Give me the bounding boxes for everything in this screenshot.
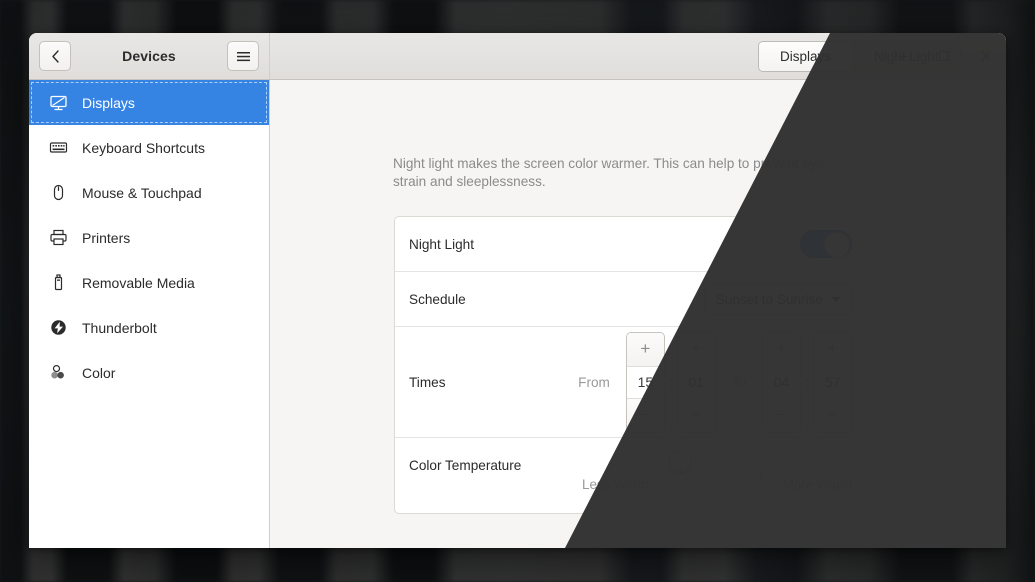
back-button[interactable] — [39, 41, 71, 71]
to-minute-stepper[interactable]: + 57 − — [813, 331, 852, 433]
to-hour-stepper[interactable]: + 04 − — [762, 331, 802, 433]
toggle-knob — [824, 232, 850, 258]
from-minute-increment-button[interactable]: + — [677, 332, 715, 366]
close-button[interactable] — [978, 48, 994, 64]
slider-tick — [760, 474, 761, 481]
printer-icon — [49, 228, 68, 247]
night-light-label: Night Light — [409, 236, 474, 252]
chevron-left-icon — [51, 49, 59, 63]
panel-description: Night light makes the screen color warme… — [393, 156, 825, 189]
minimize-button[interactable] — [894, 48, 910, 64]
from-minute-stepper[interactable]: + 01 − — [676, 331, 716, 433]
times-label: Times — [409, 374, 446, 390]
from-time-separator: : — [668, 374, 673, 390]
sidebar-item-label: Mouse & Touchpad — [82, 184, 202, 201]
from-minute-decrement-button[interactable]: − — [677, 398, 715, 432]
titlebar-left-pane: Devices — [29, 33, 270, 79]
sidebar-item-thunderbolt[interactable]: Thunderbolt — [29, 305, 269, 350]
sidebar-item-color[interactable]: Color — [29, 350, 269, 395]
sidebar-item-label: Printers — [82, 229, 131, 246]
sidebar-item-label: Thunderbolt — [82, 319, 157, 336]
to-hour-value[interactable]: 04 — [763, 365, 801, 399]
window-controls — [894, 33, 994, 79]
keyboard-icon — [49, 138, 68, 157]
from-minute-value[interactable]: 01 — [677, 365, 715, 399]
color-temperature-control: Less Warm More Warm — [582, 450, 852, 492]
slider-thumb[interactable] — [669, 450, 692, 473]
usb-drive-icon — [49, 273, 68, 292]
close-icon — [981, 51, 991, 61]
row-control: Sunset to Sunrise — [703, 283, 852, 315]
hamburger-menu-icon — [236, 51, 250, 61]
row-times: Times From + 15 − : + 01 − To + 04 −: +… — [395, 327, 866, 438]
sidebar-item-removable-media[interactable]: Removable Media — [29, 260, 269, 305]
from-hour-stepper[interactable]: + 15 − — [625, 331, 665, 433]
maximize-icon — [938, 50, 950, 62]
minimize-icon — [897, 56, 907, 58]
to-hour-increment-button[interactable]: + — [763, 332, 801, 366]
night-light-panel: Night light makes the screen color warme… — [270, 80, 1006, 548]
night-light-toggle[interactable] — [800, 230, 852, 258]
row-color-temperature: Color Temperature Less Warm More Warm — [395, 438, 866, 513]
from-hour-increment-button[interactable]: + — [626, 332, 664, 366]
schedule-value: Sunset to Sunrise — [715, 291, 823, 307]
window-body: Displays Keyboard Shortcuts Mouse & Touc… — [29, 80, 1006, 548]
thunderbolt-icon — [49, 318, 68, 337]
time-controls: From + 15 − : + 01 − To + 04 −: + 57 − — [562, 331, 852, 433]
page-title: Devices — [122, 48, 176, 64]
schedule-label: Schedule — [409, 291, 466, 307]
display-icon — [49, 93, 68, 112]
slider-max-label: More Warm — [782, 477, 852, 492]
from-hour-decrement-button[interactable]: − — [626, 398, 664, 432]
settings-sidebar: Displays Keyboard Shortcuts Mouse & Touc… — [29, 80, 270, 548]
sidebar-item-label: Color — [82, 364, 116, 381]
color-profile-icon — [49, 363, 68, 382]
maximize-button[interactable] — [936, 48, 952, 64]
sidebar-item-mouse-touchpad[interactable]: Mouse & Touchpad — [29, 170, 269, 215]
tab-displays[interactable]: Displays — [759, 42, 853, 71]
titlebar-right-pane: Displays Night Light — [270, 33, 1006, 79]
desktop: Devices Displays Night Light Displays Ke… — [0, 0, 1035, 582]
to-minute-increment-button[interactable]: + — [814, 332, 851, 366]
from-hour-value[interactable]: 15 — [626, 365, 664, 399]
row-schedule: Schedule Sunset to Sunrise — [395, 272, 866, 327]
sidebar-item-label: Keyboard Shortcuts — [82, 139, 205, 156]
color-temperature-label: Color Temperature — [409, 458, 522, 473]
slider-min-label: Less Warm — [582, 477, 650, 492]
settings-window: Devices Displays Night Light Displays Ke… — [29, 33, 1006, 548]
sidebar-item-label: Removable Media — [82, 274, 195, 291]
sidebar-item-printers[interactable]: Printers — [29, 215, 269, 260]
row-night-light: Night Light — [395, 217, 866, 272]
hamburger-menu-button[interactable] — [227, 41, 259, 71]
to-minute-decrement-button[interactable]: − — [814, 398, 851, 432]
to-time-separator: : — [805, 374, 809, 390]
mouse-icon — [49, 183, 68, 202]
to-hour-decrement-button[interactable]: − — [763, 398, 801, 432]
chevron-down-icon — [832, 296, 840, 302]
slider-labels: Less Warm More Warm — [582, 477, 852, 492]
to-label: To — [731, 374, 747, 390]
row-control — [800, 230, 852, 258]
settings-card: Night Light Schedule Sunset to Sunrise T… — [394, 216, 867, 514]
from-label: From — [578, 374, 610, 390]
sidebar-item-displays[interactable]: Displays — [29, 80, 269, 125]
window-titlebar: Devices Displays Night Light — [29, 33, 1006, 80]
schedule-dropdown[interactable]: Sunset to Sunrise — [703, 283, 852, 315]
sidebar-item-keyboard-shortcuts[interactable]: Keyboard Shortcuts — [29, 125, 269, 170]
to-minute-value[interactable]: 57 — [814, 365, 851, 399]
sidebar-item-label: Displays — [82, 94, 135, 111]
